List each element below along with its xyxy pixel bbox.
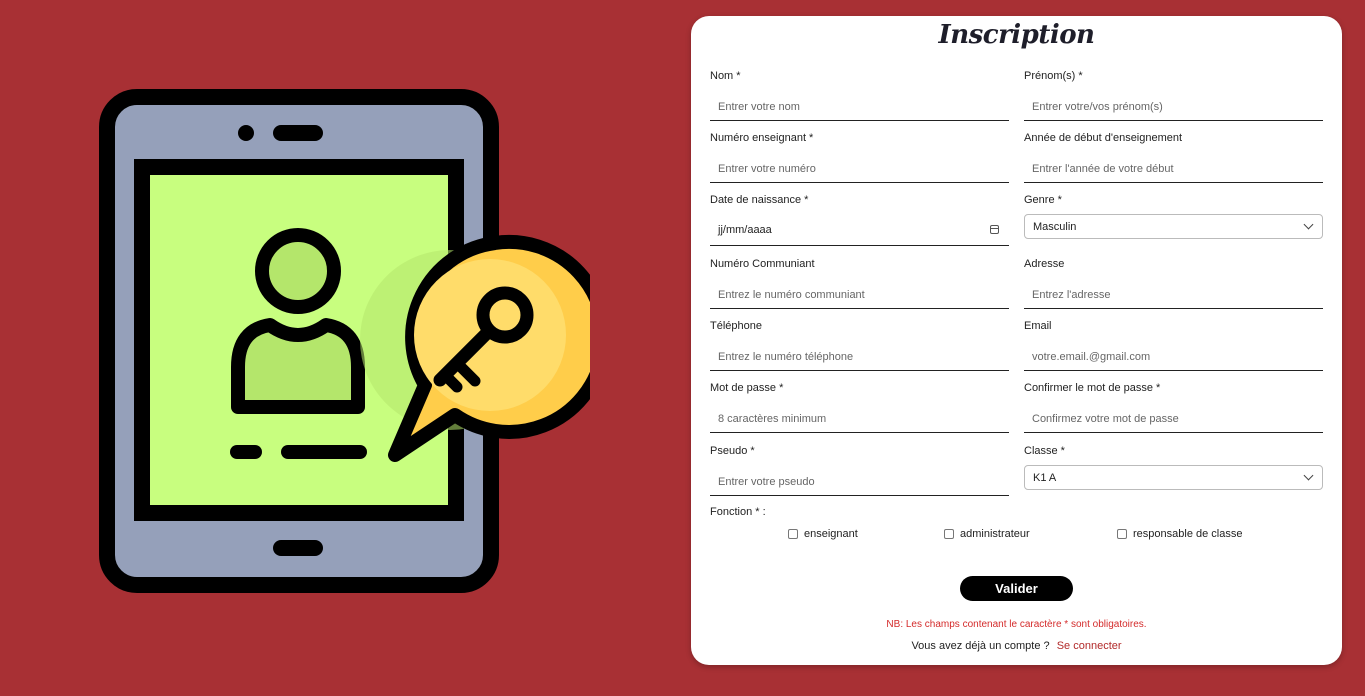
- checkbox-administrateur[interactable]: administrateur: [944, 528, 1030, 540]
- genre-select[interactable]: Masculin: [1024, 214, 1323, 239]
- registration-form: Inscription Nom * Prénom(s) * Numéro ens…: [691, 16, 1342, 665]
- telephone-field: Téléphone: [710, 319, 1009, 371]
- email-label: Email: [1024, 320, 1052, 332]
- checkbox-responsable-classe[interactable]: responsable de classe: [1117, 528, 1242, 540]
- adresse-field: Adresse: [1024, 257, 1323, 309]
- form-title: Inscription: [938, 20, 1095, 50]
- annee-debut-field: Année de début d'enseignement: [1024, 131, 1323, 183]
- email-field: Email: [1024, 319, 1323, 371]
- tablet-user-key-icon: [95, 85, 612, 595]
- login-link[interactable]: Se connecter: [1057, 640, 1122, 652]
- prenom-input[interactable]: [1024, 93, 1323, 121]
- date-naissance-value: jj/mm/aaaa: [718, 224, 772, 236]
- required-fields-note: NB: Les champs contenant le caractère * …: [886, 619, 1147, 630]
- pseudo-field: Pseudo *: [710, 444, 1009, 496]
- email-input[interactable]: [1024, 343, 1323, 371]
- checkbox-label: administrateur: [960, 528, 1030, 540]
- genre-field: Genre * Masculin: [1024, 193, 1323, 239]
- classe-field: Classe * K1 A: [1024, 444, 1323, 490]
- numero-enseignant-field: Numéro enseignant *: [710, 131, 1009, 183]
- prenom-field: Prénom(s) *: [1024, 69, 1323, 121]
- nom-label: Nom *: [710, 70, 741, 82]
- valider-button[interactable]: Valider: [960, 576, 1073, 601]
- date-naissance-label: Date de naissance *: [710, 194, 809, 206]
- login-prompt: Vous avez déjà un compte ? Se connecter: [691, 640, 1342, 652]
- password-field: Mot de passe *: [710, 381, 1009, 433]
- login-prompt-text: Vous avez déjà un compte ?: [911, 640, 1050, 652]
- numero-communiant-field: Numéro Communiant: [710, 257, 1009, 309]
- checkbox-box[interactable]: [788, 529, 798, 539]
- numero-communiant-input[interactable]: [710, 281, 1009, 309]
- date-naissance-field: Date de naissance * jj/mm/aaaa: [710, 193, 1009, 246]
- classe-label: Classe *: [1024, 445, 1065, 457]
- confirm-password-input[interactable]: [1024, 405, 1323, 433]
- checkbox-label: enseignant: [804, 528, 858, 540]
- annee-debut-label: Année de début d'enseignement: [1024, 132, 1183, 144]
- numero-enseignant-input[interactable]: [710, 155, 1009, 183]
- nom-field: Nom *: [710, 69, 1009, 121]
- checkbox-box[interactable]: [944, 529, 954, 539]
- pseudo-label: Pseudo *: [710, 445, 755, 457]
- password-input[interactable]: [710, 405, 1009, 433]
- classe-select[interactable]: K1 A: [1024, 465, 1323, 490]
- prenom-label: Prénom(s) *: [1024, 70, 1083, 82]
- pseudo-input[interactable]: [710, 468, 1009, 496]
- genre-selected-value: Masculin: [1033, 221, 1077, 233]
- checkbox-box[interactable]: [1117, 529, 1127, 539]
- confirm-password-field: Confirmer le mot de passe *: [1024, 381, 1323, 433]
- nom-input[interactable]: [710, 93, 1009, 121]
- password-label: Mot de passe *: [710, 382, 784, 394]
- telephone-input[interactable]: [710, 343, 1009, 371]
- annee-debut-input[interactable]: [1024, 155, 1323, 183]
- chevron-down-icon: [1303, 219, 1314, 230]
- classe-selected-value: K1 A: [1033, 472, 1057, 484]
- date-naissance-input[interactable]: jj/mm/aaaa: [710, 217, 1009, 246]
- numero-communiant-label: Numéro Communiant: [710, 258, 815, 270]
- checkbox-label: responsable de classe: [1133, 528, 1243, 540]
- adresse-label: Adresse: [1024, 258, 1065, 270]
- telephone-label: Téléphone: [710, 320, 762, 332]
- confirm-password-label: Confirmer le mot de passe *: [1024, 382, 1161, 394]
- calendar-icon[interactable]: [990, 225, 999, 234]
- numero-enseignant-label: Numéro enseignant *: [710, 132, 814, 144]
- checkbox-enseignant[interactable]: enseignant: [788, 528, 858, 540]
- adresse-input[interactable]: [1024, 281, 1323, 309]
- fonction-label: Fonction * :: [710, 506, 766, 518]
- chevron-down-icon: [1303, 470, 1314, 481]
- genre-label: Genre *: [1024, 194, 1062, 206]
